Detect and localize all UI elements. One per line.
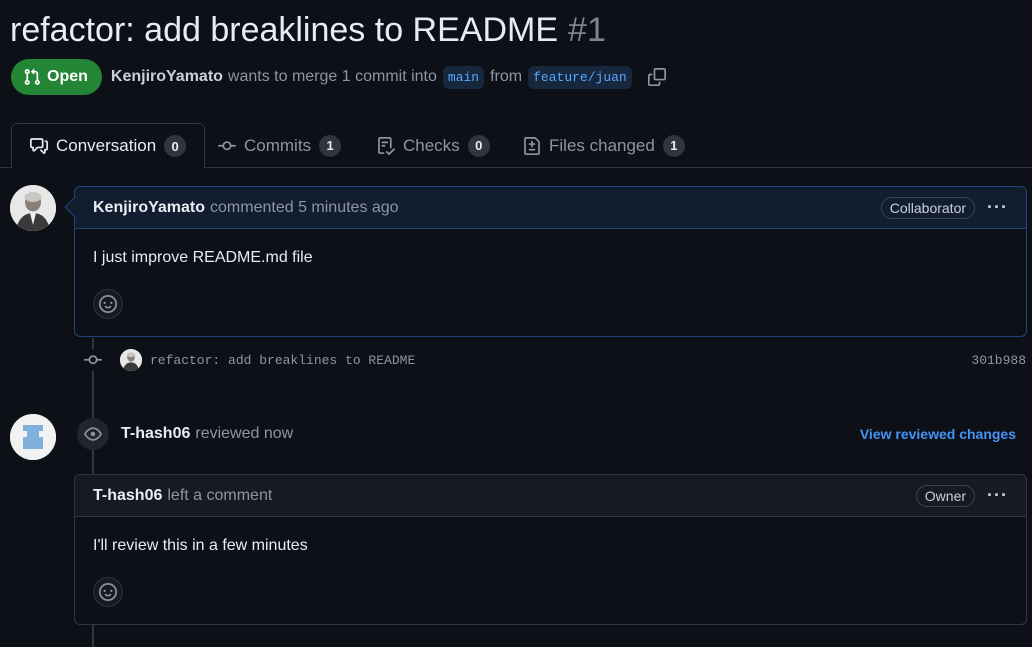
pr-title-row: refactor: add breaklines to README #1 [10, 8, 606, 52]
kebab-menu-icon[interactable]: ··· [987, 197, 1008, 218]
commit-sha-link[interactable]: 301b988 [971, 353, 1026, 368]
eye-icon [77, 418, 109, 450]
git-commit-icon [218, 140, 236, 150]
tab-checks[interactable]: Checks 0 [377, 123, 490, 168]
tab-files-changed-count: 1 [662, 134, 685, 157]
comment-body: I'll review this in a few minutes [93, 537, 308, 554]
commit-message-link[interactable]: refactor: add breaklines to README [150, 353, 415, 368]
tab-conversation-count: 0 [164, 135, 187, 157]
user-photo-avatar-icon [120, 349, 142, 371]
pr-meta-row: Open KenjiroYamato wants to merge 1 comm… [11, 59, 666, 95]
pr-title: refactor: add breaklines to README [10, 10, 559, 49]
base-branch[interactable]: main [442, 65, 485, 89]
tab-checks-count: 0 [467, 134, 490, 157]
comment-header: KenjiroYamato commented 5 minutes ago Co… [75, 187, 1026, 229]
review-event: T-hash06 reviewed now View reviewed chan… [77, 417, 1022, 451]
pr-tabs: Conversation 0 Commits 1 Checks 0 Files … [0, 123, 1032, 169]
smiley-icon [99, 583, 117, 601]
view-reviewed-changes-link[interactable]: View reviewed changes [860, 426, 1016, 442]
git-pull-request-icon [24, 68, 40, 85]
comment-author[interactable]: KenjiroYamato [93, 199, 205, 217]
kebab-menu-icon[interactable]: ··· [987, 485, 1008, 506]
comment-action: left a comment [167, 486, 273, 504]
pr-author-link[interactable]: KenjiroYamato [111, 68, 223, 86]
role-badge: Owner [915, 484, 976, 507]
smiley-icon [99, 295, 117, 313]
comment-box: KenjiroYamato commented 5 minutes ago Co… [74, 186, 1027, 337]
tab-checks-label: Checks [403, 135, 460, 155]
merge-text: wants to merge 1 commit into [227, 68, 437, 85]
review-action[interactable]: reviewed now [195, 425, 293, 443]
comment-discussion-icon [30, 138, 48, 154]
comment-author[interactable]: T-hash06 [93, 487, 162, 505]
tab-files-changed-label: Files changed [549, 135, 655, 155]
add-reaction-button[interactable] [93, 577, 123, 607]
head-branch[interactable]: feature/juan [528, 65, 632, 89]
tab-conversation[interactable]: Conversation 0 [11, 123, 206, 169]
checklist-icon [378, 136, 395, 155]
review-comment-box: T-hash06 left a comment Owner ··· I'll r… [74, 474, 1027, 625]
commit-row: refactor: add breaklines to README 301b9… [82, 346, 1028, 374]
avatar[interactable] [10, 185, 56, 231]
avatar[interactable] [10, 414, 56, 460]
comment-header: T-hash06 left a comment Owner ··· [75, 475, 1026, 517]
comment-caret [64, 196, 76, 218]
identicon-avatar-icon [10, 414, 56, 460]
tab-commits-count: 1 [319, 134, 342, 157]
pr-number: #1 [568, 10, 606, 49]
tab-files-changed[interactable]: Files changed 1 [523, 123, 685, 168]
commit-author-avatar[interactable] [120, 349, 142, 371]
state-badge: Open [11, 59, 102, 95]
copy-icon[interactable] [647, 68, 666, 86]
tab-conversation-label: Conversation [56, 136, 157, 155]
tab-commits-label: Commits [244, 135, 312, 155]
tab-commits[interactable]: Commits 1 [218, 123, 342, 168]
file-diff-icon [524, 136, 540, 155]
state-label: Open [47, 68, 88, 85]
comment-body: I just improve README.md file [93, 249, 313, 266]
review-author[interactable]: T-hash06 [121, 425, 190, 443]
from-text: from [490, 68, 523, 85]
git-commit-icon [82, 349, 104, 371]
add-reaction-button[interactable] [93, 289, 123, 319]
role-badge: Collaborator [880, 196, 976, 219]
comment-timestamp[interactable]: commented 5 minutes ago [210, 199, 399, 217]
user-photo-avatar-icon [10, 185, 56, 231]
